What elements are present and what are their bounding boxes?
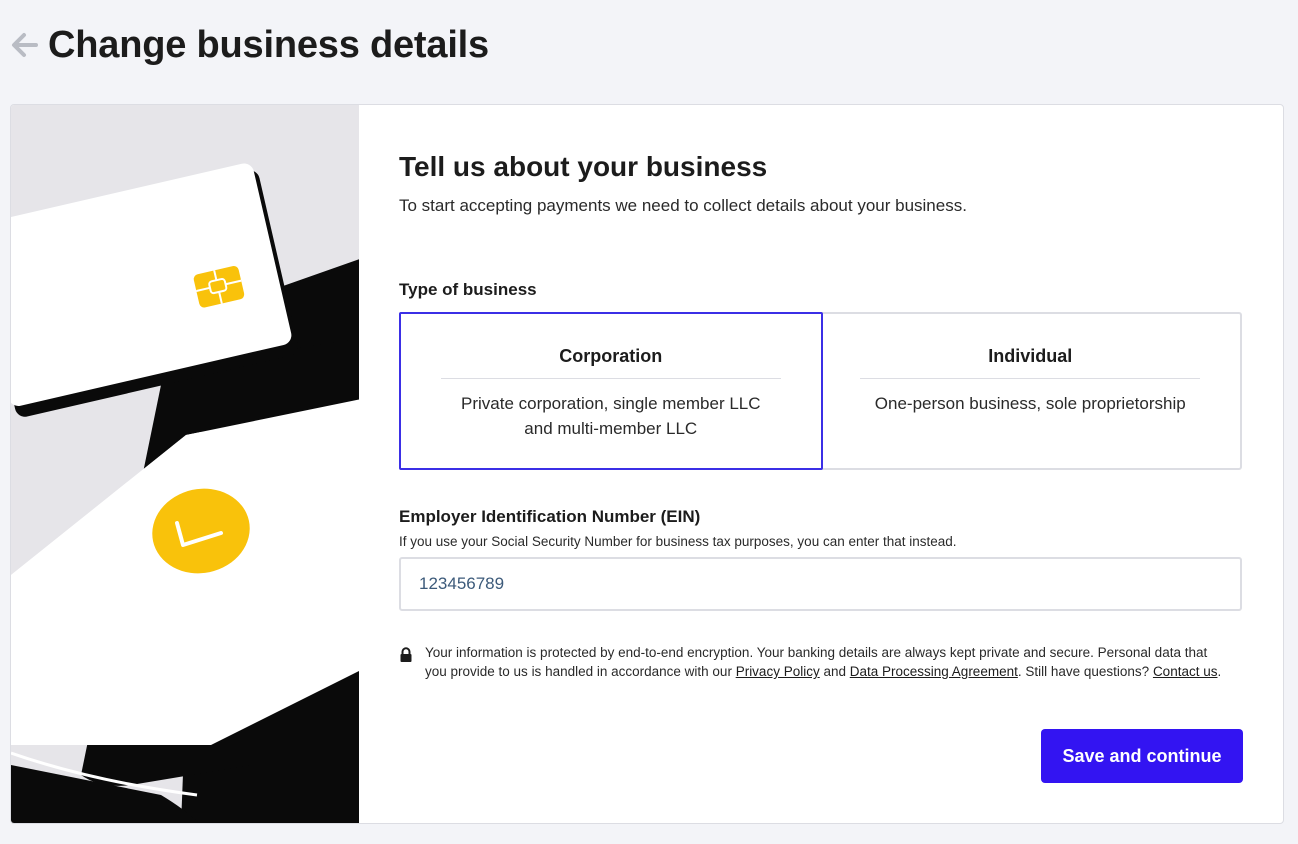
ein-help-text: If you use your Social Security Number f…: [399, 534, 957, 549]
option-title: Individual: [988, 346, 1073, 366]
page-title: Change business details: [48, 23, 489, 66]
privacy-text-part: .: [1217, 664, 1222, 679]
lock-icon: [400, 647, 412, 662]
option-corporation[interactable]: Corporation Private corporation, single …: [399, 312, 823, 470]
option-individual[interactable]: Individual One-person business, sole pro…: [821, 314, 1241, 468]
save-and-continue-button[interactable]: Save and continue: [1041, 729, 1243, 783]
back-button[interactable]: [8, 25, 40, 65]
business-type-selector: Corporation Private corporation, single …: [399, 312, 1242, 470]
option-desc-line: Private corporation, single member LLC: [460, 394, 761, 413]
privacy-policy-link[interactable]: Privacy Policy: [736, 664, 820, 679]
option-desc-line: and multi-member LLC: [524, 419, 698, 438]
option-description: Private corporation, single member LLC a…: [461, 391, 761, 441]
contact-us-link[interactable]: Contact us: [1153, 664, 1218, 679]
option-divider: [440, 378, 781, 379]
option-divider: [860, 378, 1201, 379]
page-header: Change business details: [8, 22, 489, 68]
business-details-card: Tell us about your business To start acc…: [10, 104, 1284, 824]
form-title: Tell us about your business: [399, 151, 768, 182]
privacy-text-part: . Still have questions?: [1017, 664, 1153, 679]
business-form: Tell us about your business To start acc…: [399, 149, 1243, 681]
option-desc-line: One-person business, sole proprietorship: [874, 394, 1186, 413]
form-subtitle: To start accepting payments we need to c…: [399, 196, 967, 215]
business-type-label: Type of business: [399, 280, 537, 299]
option-description: One-person business, sole proprietorship: [875, 391, 1186, 416]
privacy-text-part: and: [819, 664, 850, 679]
arrow-left-icon: [12, 33, 38, 57]
privacy-notice: Your information is protected by end-to-…: [399, 643, 1242, 681]
ein-input[interactable]: [399, 557, 1242, 611]
card-terminal-illustration: [11, 105, 359, 823]
data-processing-agreement-link[interactable]: Data Processing Agreement: [850, 664, 1018, 679]
option-title: Corporation: [559, 346, 663, 366]
privacy-text: Your information is protected by end-to-…: [425, 643, 1225, 681]
ein-label: Employer Identification Number (EIN): [399, 507, 701, 526]
